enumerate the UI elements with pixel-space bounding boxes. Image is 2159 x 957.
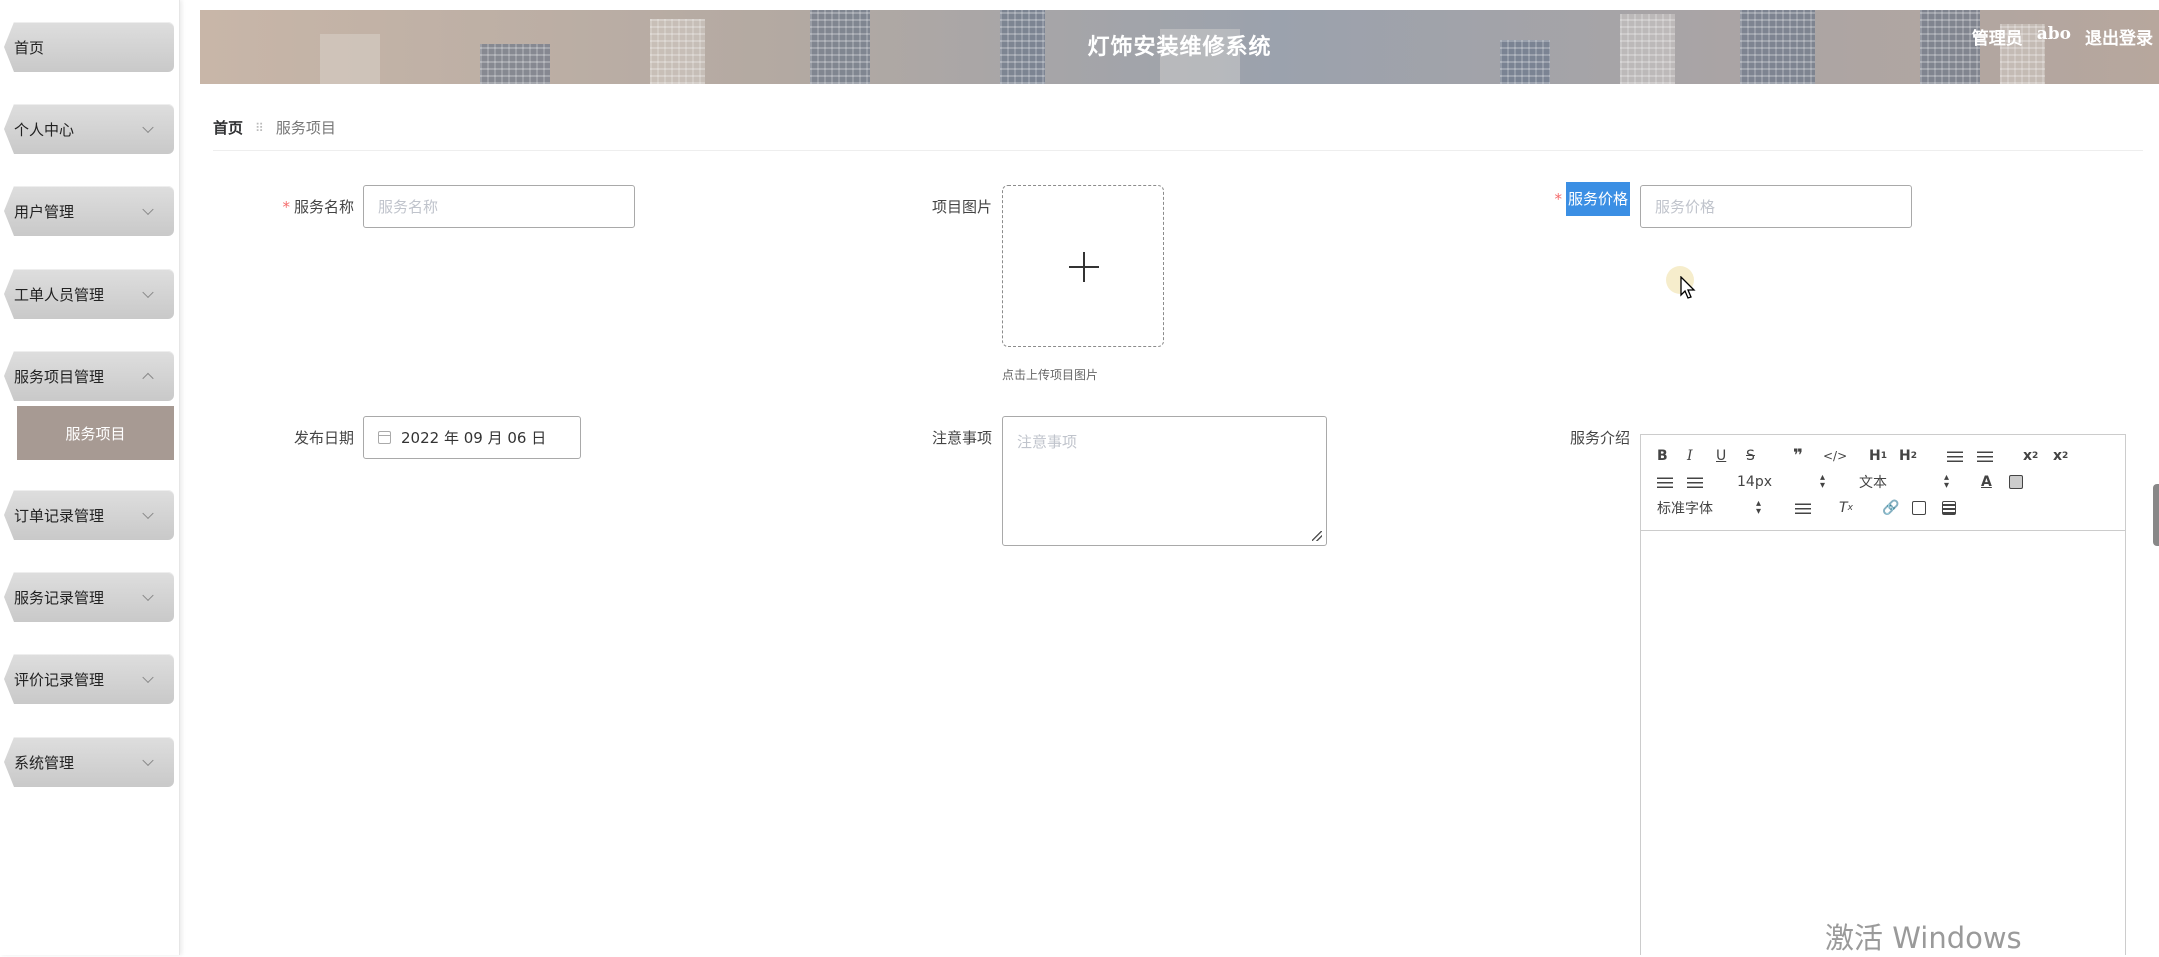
sidebar-item-label: 评价记录管理: [14, 670, 105, 689]
underline-icon[interactable]: U: [1716, 446, 1726, 466]
service-name-input[interactable]: 服务名称: [363, 185, 635, 228]
background-color-icon[interactable]: [2009, 472, 2023, 492]
block-format-select[interactable]: 文本 ▴ ▾: [1859, 472, 1949, 492]
sidebar-item-order-records[interactable]: 订单记录管理: [4, 490, 174, 540]
select-arrows-icon: ▴ ▾: [1943, 472, 1949, 491]
chevron-down-icon: [142, 754, 154, 767]
notes-placeholder: 注意事项: [1017, 433, 1078, 451]
font-color-icon[interactable]: A: [1981, 472, 1992, 492]
align-icon[interactable]: [1795, 498, 1811, 518]
breadcrumb-current: 服务项目: [275, 119, 336, 137]
link-icon[interactable]: 🔗: [1882, 498, 1899, 518]
windows-activation-watermark: 激活 Windows: [1825, 921, 2022, 955]
subscript-icon[interactable]: x2: [2023, 446, 2038, 466]
select-arrows-icon: ▴ ▾: [1755, 498, 1761, 517]
image-upload-button[interactable]: [1002, 185, 1164, 347]
scrollbar-handle[interactable]: [2153, 484, 2159, 546]
sidebar-item-label: 首页: [14, 38, 45, 57]
logout-button[interactable]: 退出登录: [2085, 24, 2153, 49]
bold-icon[interactable]: B: [1657, 446, 1668, 466]
resize-handle-icon[interactable]: [1312, 531, 1322, 541]
image-icon[interactable]: [1912, 498, 1926, 518]
heading-1-icon[interactable]: H1: [1869, 446, 1887, 466]
sidebar-item-label: 订单记录管理: [14, 506, 105, 525]
sidebar-item-label: 服务项目管理: [14, 367, 105, 386]
sidebar-item-label: 个人中心: [14, 120, 75, 139]
bullet-list-icon[interactable]: [1977, 446, 1993, 466]
heading-2-icon[interactable]: H2: [1899, 446, 1917, 466]
calendar-icon: [378, 431, 391, 444]
indent-increase-icon[interactable]: [1687, 472, 1703, 492]
publish-date-value: 2022 年 09 月 06 日: [401, 429, 547, 447]
service-name-label: * 服务名称: [282, 198, 354, 216]
notes-label: 注意事项: [931, 429, 992, 447]
rich-text-editor: B I U S ❞ </> H1 H2 x2 x2 14px ▴ ▾ 文本 ▴ ▾ A …: [1640, 434, 2126, 955]
service-name-placeholder: 服务名称: [378, 198, 439, 216]
service-price-label: * 服务价格: [1550, 182, 1630, 216]
chevron-down-icon: [142, 286, 154, 299]
sidebar-item-user-management[interactable]: 用户管理: [4, 186, 174, 236]
sidebar: 首页 个人中心 用户管理 工单人员管理 服务项目管理 服务项目 订单记录管理 服…: [0, 0, 180, 955]
clear-format-icon[interactable]: Tx: [1839, 498, 1853, 518]
font-size-select[interactable]: 14px ▴ ▾: [1737, 472, 1825, 492]
site-title: 灯饰安装维修系统: [1087, 34, 1272, 60]
sidebar-item-worker-management[interactable]: 工单人员管理: [4, 269, 174, 319]
sidebar-item-label: 系统管理: [14, 753, 75, 772]
chevron-down-icon: [142, 507, 154, 520]
chevron-down-icon: [142, 121, 154, 134]
select-arrows-icon: ▴ ▾: [1819, 472, 1825, 491]
username: abo: [2036, 24, 2071, 44]
notes-textarea[interactable]: 注意事项: [1002, 416, 1327, 546]
header-banner: 灯饰安装维修系统 管理员 abo 退出登录: [200, 10, 2159, 84]
user-role: 管理员: [1971, 29, 2023, 49]
editor-toolbar: B I U S ❞ </> H1 H2 x2 x2 14px ▴ ▾ 文本 ▴ ▾ A …: [1641, 435, 2125, 531]
indent-decrease-icon[interactable]: [1657, 472, 1673, 492]
video-icon[interactable]: [1942, 498, 1956, 518]
sidebar-item-label: 工单人员管理: [14, 285, 105, 304]
required-asterisk: *: [1554, 190, 1562, 208]
sidebar-item-service-project-management[interactable]: 服务项目管理: [4, 351, 174, 401]
service-price-input[interactable]: 服务价格: [1640, 185, 1912, 228]
sidebar-item-home[interactable]: 首页: [4, 22, 174, 72]
sidebar-subitem-label: 服务项目: [65, 424, 126, 443]
required-asterisk: *: [282, 198, 290, 216]
project-image-label: 项目图片: [931, 198, 992, 216]
sidebar-item-label: 用户管理: [14, 202, 75, 221]
ordered-list-icon[interactable]: [1947, 446, 1963, 466]
breadcrumb: 首页 ⠿ 服务项目: [213, 117, 336, 138]
sidebar-item-label: 服务记录管理: [14, 588, 105, 607]
breadcrumb-home[interactable]: 首页: [213, 117, 243, 138]
breadcrumb-separator-icon: ⠿: [255, 120, 264, 135]
user-area: 管理员 abo 退出登录: [1972, 24, 2153, 49]
divider: [213, 150, 2143, 151]
sidebar-item-service-records[interactable]: 服务记录管理: [4, 572, 174, 622]
italic-icon[interactable]: I: [1687, 446, 1693, 466]
chevron-down-icon: [142, 671, 154, 684]
mouse-pointer-icon: [1680, 276, 1696, 299]
chevron-down-icon: [142, 589, 154, 602]
blockquote-icon[interactable]: ❞: [1793, 446, 1803, 466]
sidebar-item-system-management[interactable]: 系统管理: [4, 737, 174, 787]
service-price-placeholder: 服务价格: [1655, 198, 1716, 216]
publish-date-picker[interactable]: 2022 年 09 月 06 日: [363, 416, 581, 459]
chevron-down-icon: [142, 203, 154, 216]
strikethrough-icon[interactable]: S: [1746, 446, 1755, 466]
superscript-icon[interactable]: x2: [2053, 446, 2068, 466]
sidebar-subitem-service-project[interactable]: 服务项目: [17, 406, 174, 460]
font-family-select[interactable]: 标准字体 ▴ ▾: [1657, 498, 1761, 518]
sidebar-item-personal-center[interactable]: 个人中心: [4, 104, 174, 154]
chevron-up-icon: [142, 372, 154, 385]
publish-date-label: 发布日期: [293, 429, 354, 447]
upload-tip: 点击上传项目图片: [1002, 368, 1099, 382]
code-block-icon[interactable]: </>: [1823, 446, 1847, 466]
editor-content-area[interactable]: [1641, 531, 2125, 956]
sidebar-item-review-records[interactable]: 评价记录管理: [4, 654, 174, 704]
service-intro-label: 服务介绍: [1569, 429, 1630, 447]
